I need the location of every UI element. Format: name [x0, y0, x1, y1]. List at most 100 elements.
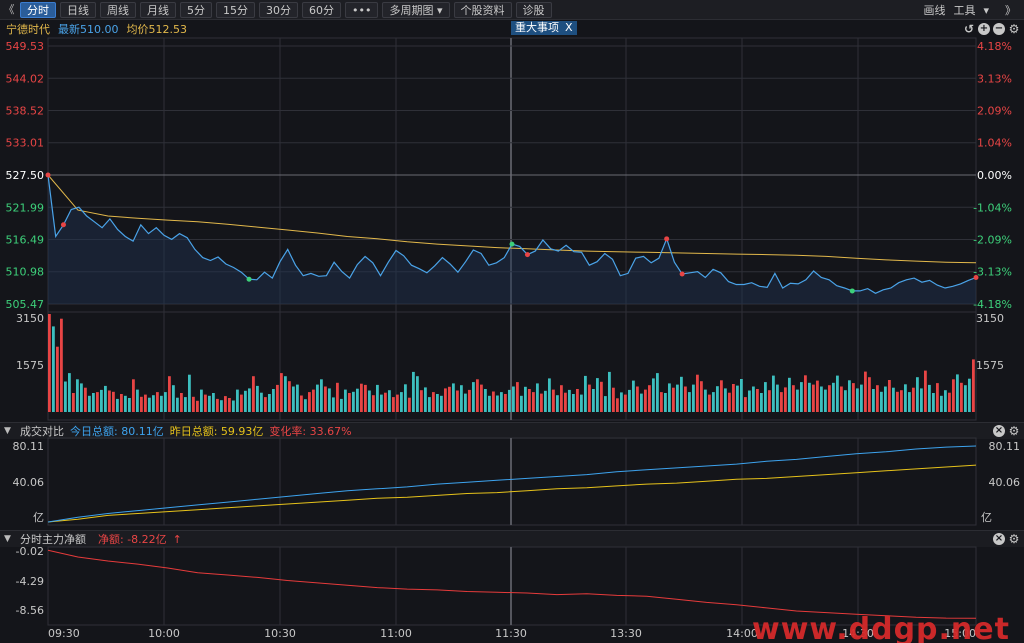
volume-bar: [440, 395, 443, 412]
volume-bar: [328, 388, 331, 412]
volume-bar: [200, 389, 203, 412]
major-event-tag[interactable]: 重大事项 X: [511, 21, 577, 35]
volume-bar: [320, 379, 323, 412]
volume-bar: [736, 385, 739, 412]
volume-bar: [168, 376, 171, 412]
volume-tick-label: 3150: [976, 312, 1004, 325]
volume-bar: [744, 397, 747, 412]
settings-gear-icon[interactable]: ⚙: [1008, 23, 1020, 35]
nav-back-icon[interactable]: 《: [2, 2, 16, 18]
period-tab-30min[interactable]: 30分: [259, 1, 298, 18]
volume-bar: [292, 386, 295, 412]
stock-info-button[interactable]: 个股资料: [453, 1, 512, 18]
period-tab-daily[interactable]: 日线: [60, 1, 96, 18]
volume-bar: [764, 382, 767, 412]
volume-bar: [952, 379, 955, 412]
volume-bar: [708, 394, 711, 412]
volume-bar: [144, 394, 147, 412]
zoom-out-icon[interactable]: −: [993, 23, 1005, 35]
volume-bar: [820, 386, 823, 412]
volume-bar: [256, 385, 259, 412]
volume-bar: [572, 394, 575, 412]
period-tab-60min[interactable]: 60分: [302, 1, 341, 18]
collapse-triangle-icon[interactable]: ▼: [4, 534, 14, 544]
volume-bar: [960, 382, 963, 412]
close-icon[interactable]: X: [565, 21, 573, 34]
volume-bar: [784, 387, 787, 412]
volume-bar: [496, 395, 499, 412]
volume-bar: [644, 389, 647, 412]
volume-bar: [624, 394, 627, 412]
volume-bar: [492, 391, 495, 412]
close-sub1-icon[interactable]: ×: [993, 425, 1005, 437]
volume-bar: [112, 391, 115, 412]
volume-bar: [712, 392, 715, 412]
net-tick-label: -8.56: [16, 604, 44, 617]
pct-tick-label: -3.13%: [973, 266, 1012, 279]
volume-bar: [136, 389, 139, 412]
volume-bar: [928, 384, 931, 412]
volume-bar: [536, 383, 539, 412]
volume-bar: [192, 396, 195, 412]
time-tick-label: 09:30: [48, 627, 80, 640]
volume-bar: [852, 383, 855, 412]
volume-bar: [344, 389, 347, 412]
volume-bar: [272, 389, 275, 412]
volume-bar: [260, 392, 263, 412]
multi-period-label: 多周期图: [389, 3, 434, 17]
volume-bar: [636, 386, 639, 412]
volume-bar: [224, 396, 227, 412]
volume-bar: [772, 375, 775, 412]
volume-bar: [268, 394, 271, 412]
volume-bar: [552, 389, 555, 412]
volume-bar: [180, 393, 183, 412]
volume-bar: [52, 326, 55, 412]
nav-forward-icon[interactable]: 》: [1005, 2, 1016, 18]
tools-dropdown[interactable]: 工具 ▾: [953, 2, 997, 18]
period-tab-intraday[interactable]: 分时: [20, 1, 56, 18]
undo-icon[interactable]: ↺: [963, 23, 975, 35]
draw-line-button[interactable]: 画线: [923, 2, 945, 18]
volume-bar: [684, 386, 687, 412]
volume-bar: [84, 387, 87, 412]
period-tab-weekly[interactable]: 周线: [100, 1, 136, 18]
volume-bar: [740, 379, 743, 412]
sub2-settings-gear-icon[interactable]: ⚙: [1008, 533, 1020, 545]
volume-bar: [556, 395, 559, 412]
pct-tick-label: -2.09%: [973, 233, 1012, 246]
volume-bar: [776, 384, 779, 412]
volume-bar: [832, 382, 835, 412]
tools-label: 工具: [953, 4, 976, 17]
compare-tick-label: 40.06: [13, 476, 45, 489]
volume-compare-header: ▼ 成交对比 今日总额: 80.11亿 昨日总额: 59.93亿 变化率: 33…: [0, 422, 1024, 439]
volume-bar: [916, 377, 919, 412]
sub1-settings-gear-icon[interactable]: ⚙: [1008, 425, 1020, 437]
price-tick-label: 544.02: [6, 72, 45, 85]
sub2-controls: × ⚙: [993, 532, 1020, 546]
volume-bar: [912, 387, 915, 412]
price-marker-dot: [45, 172, 51, 178]
zoom-in-icon[interactable]: +: [978, 23, 990, 35]
volume-bar: [88, 395, 91, 412]
diagnose-button[interactable]: 诊股: [515, 1, 552, 18]
volume-bar: [408, 397, 411, 412]
period-tab-15min[interactable]: 15分: [216, 1, 255, 18]
volume-bar: [472, 382, 475, 412]
volume-bar: [604, 396, 607, 412]
period-toolbar: 《 分时 日线 周线 月线 5分 15分 30分 60分 ••• 多周期图 ▾ …: [0, 0, 1024, 20]
volume-bar: [500, 392, 503, 412]
price-tick-label: 533.01: [6, 137, 45, 150]
volume-bar: [880, 391, 883, 412]
volume-bar: [972, 359, 975, 412]
price-marker-dot: [246, 276, 252, 282]
volume-bar: [116, 398, 119, 412]
close-sub2-icon[interactable]: ×: [993, 533, 1005, 545]
multi-period-dropdown[interactable]: 多周期图 ▾: [382, 1, 450, 18]
more-periods-button[interactable]: •••: [345, 1, 379, 18]
period-tab-5min[interactable]: 5分: [180, 1, 212, 18]
price-marker-dot: [524, 252, 530, 258]
collapse-triangle-icon[interactable]: ▼: [4, 426, 14, 436]
volume-bar: [528, 389, 531, 412]
volume-bar: [104, 385, 107, 412]
period-tab-monthly[interactable]: 月线: [140, 1, 176, 18]
